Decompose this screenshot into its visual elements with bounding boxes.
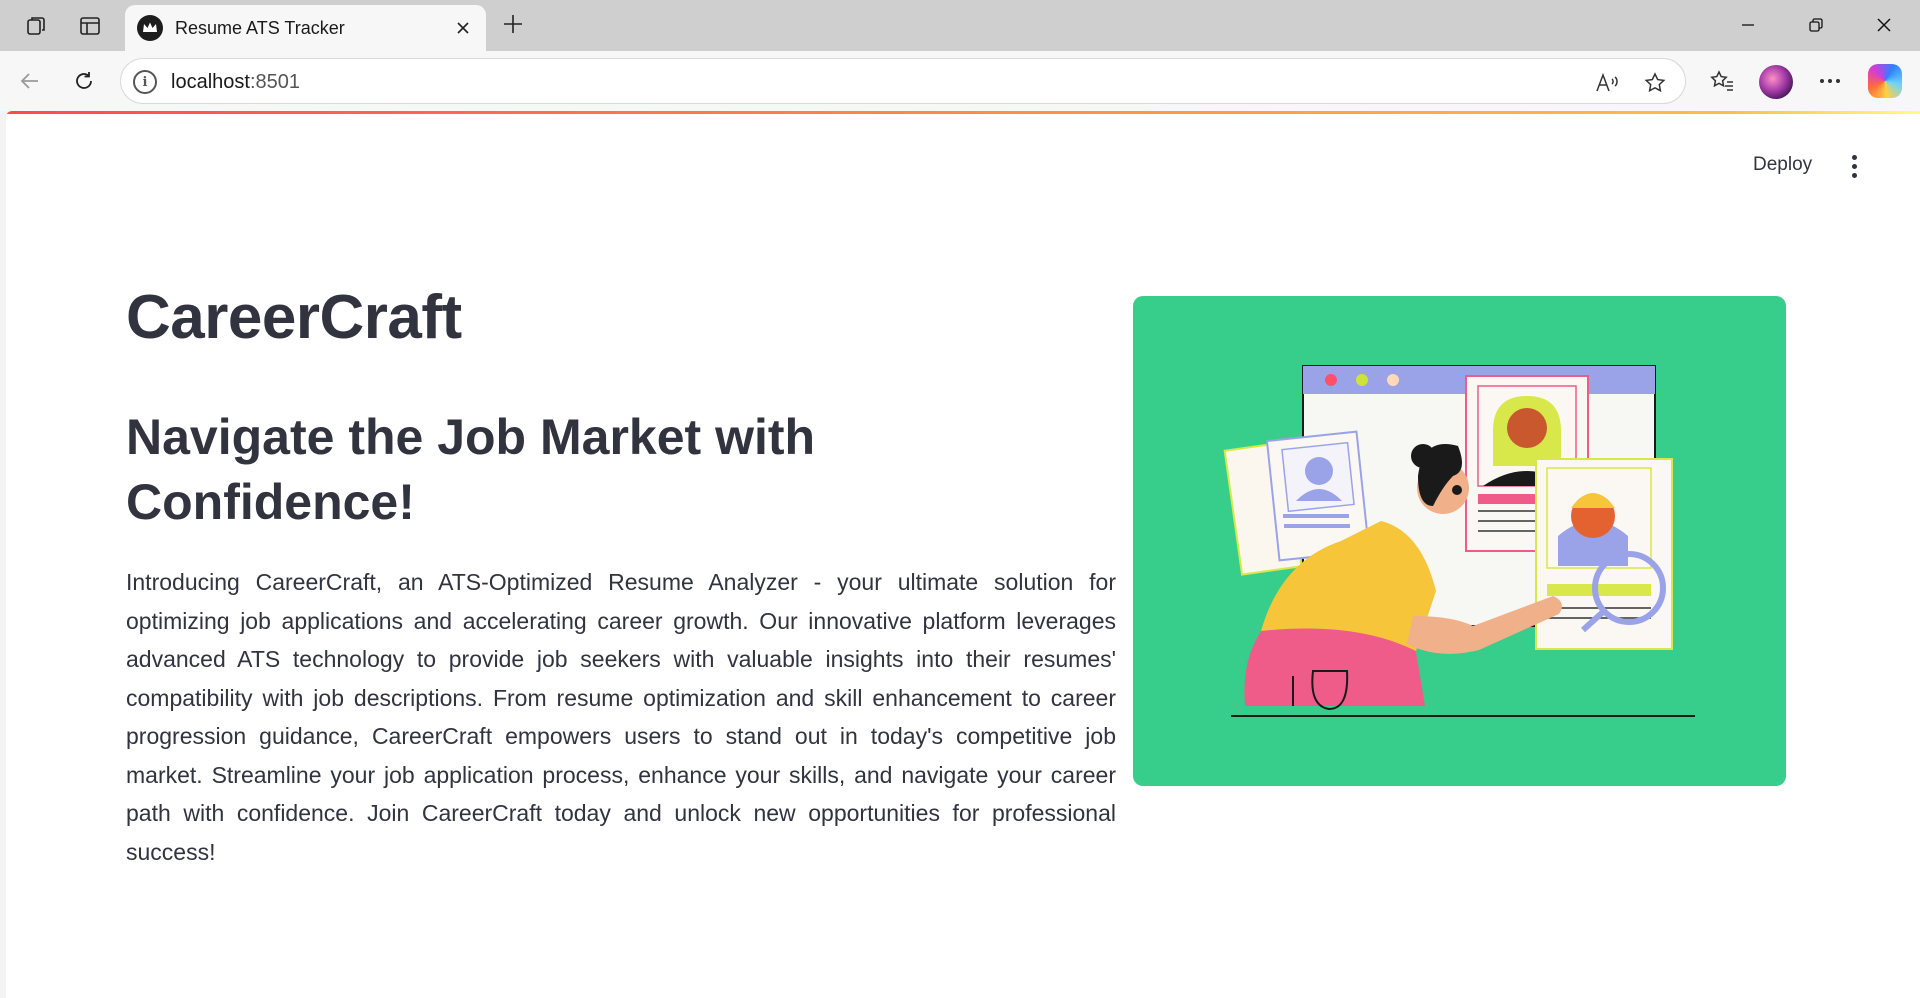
intro-paragraph: Introducing CareerCraft, an ATS-Optimize…	[126, 569, 1116, 865]
tab-title: Resume ATS Tracker	[175, 18, 345, 38]
profile-avatar[interactable]	[1759, 65, 1793, 99]
workspaces-icon[interactable]	[20, 10, 52, 42]
address-bar[interactable]: i localhost:8501	[120, 58, 1686, 104]
url-text[interactable]: localhost:8501	[171, 71, 300, 94]
favorite-star-icon[interactable]	[1641, 69, 1669, 97]
main-menu-icon[interactable]	[1842, 151, 1866, 181]
minimize-icon[interactable]	[1718, 5, 1778, 45]
back-arrow-icon[interactable]	[12, 63, 48, 99]
more-options-icon[interactable]	[1812, 63, 1848, 99]
browser-tab-strip: Resume ATS Tracker	[0, 0, 1920, 51]
close-tab-icon[interactable]	[450, 15, 476, 41]
read-aloud-icon[interactable]	[1593, 69, 1621, 97]
close-window-icon[interactable]	[1854, 5, 1914, 45]
intro-column: CareerCraft Navigate the Job Market with…	[126, 281, 1116, 871]
headline: Navigate the Job Market with Confidence!	[126, 409, 816, 531]
tab-resume-ats-tracker[interactable]: Resume ATS Tracker	[125, 5, 486, 51]
restore-icon[interactable]	[1786, 5, 1846, 45]
top-decoration-bar	[6, 111, 1920, 114]
site-info-icon[interactable]: i	[133, 70, 157, 94]
copilot-icon[interactable]	[1868, 64, 1902, 98]
hero-illustration	[1133, 296, 1786, 786]
page-viewport: Deploy CareerCraft Navigate the Job Mark…	[6, 111, 1920, 998]
deploy-button[interactable]: Deploy	[1741, 148, 1824, 182]
tab-actions-icon[interactable]	[74, 10, 106, 42]
page-title: CareerCraft	[126, 283, 462, 352]
browser-toolbar: i localhost:8501	[0, 51, 1920, 111]
new-tab-icon[interactable]	[497, 8, 529, 40]
favorites-icon[interactable]	[1704, 63, 1740, 99]
refresh-icon[interactable]	[66, 63, 102, 99]
streamlit-crown-icon	[137, 15, 163, 41]
